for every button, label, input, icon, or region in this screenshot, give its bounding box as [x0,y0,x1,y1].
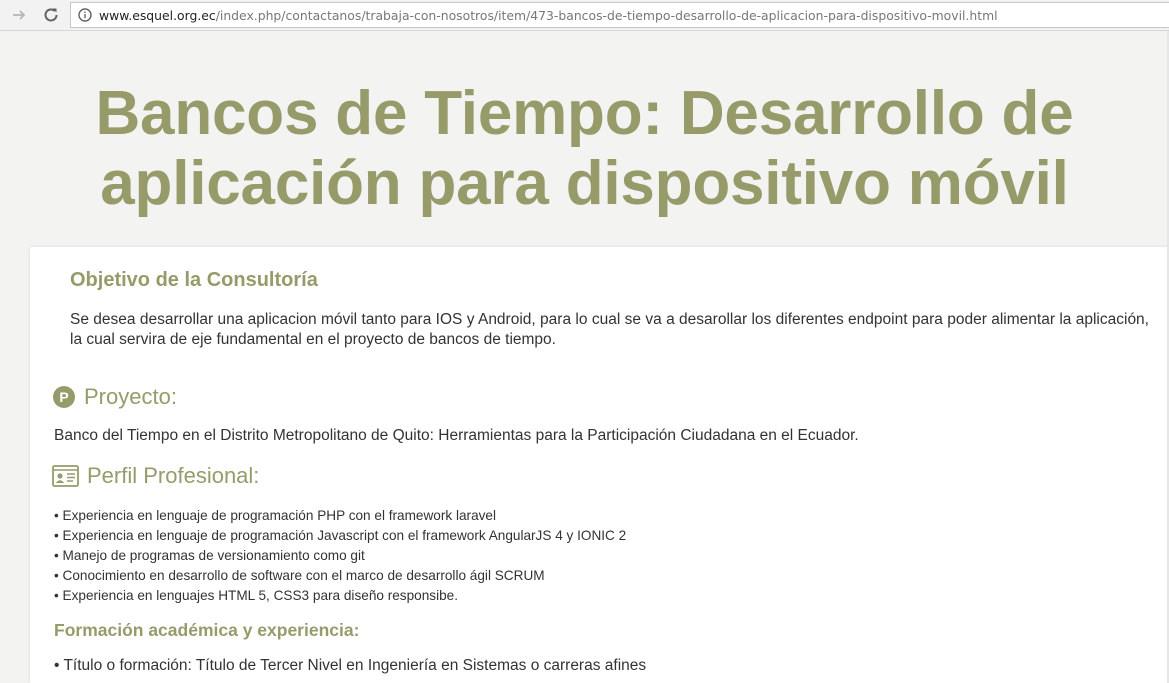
proyecto-text: Banco del Tiempo en el Distrito Metropol… [54,427,859,444]
url-text[interactable]: www.esquel.org.ec/index.php/contactanos/… [99,8,998,23]
browser-toolbar: www.esquel.org.ec/index.php/contactanos/… [0,0,1169,31]
objetivo-text: Se desea desarrollar una aplicacion móvi… [70,311,1149,348]
perfil-heading-label: Perfil Profesional: [87,463,260,488]
url-path: /index.php/contactanos/trabaja-con-nosot… [215,7,998,23]
svg-text:P: P [59,389,68,405]
proyecto-heading: P Proyecto: [52,384,177,410]
content-card: Objetivo de la Consultoría Se desea desa… [30,247,1169,683]
page-title: Bancos de Tiempo: Desarrollo de aplicaci… [0,79,1169,219]
list-item: • Experiencia en lenguajes HTML 5, CSS3 … [54,588,458,603]
reload-button[interactable] [40,4,62,26]
reload-icon [44,8,58,22]
proyecto-heading-label: Proyecto: [84,384,177,409]
arrow-forward-icon [13,10,26,20]
url-domain: www.esquel.org.ec [99,7,216,23]
info-icon[interactable] [77,7,93,23]
forward-button[interactable] [8,4,30,26]
perfil-heading: Perfil Profesional: [52,463,259,489]
p-circle-icon: P [52,385,76,409]
hero-banner: Bancos de Tiempo: Desarrollo de aplicaci… [0,31,1169,247]
formacion-heading: Formación académica y experiencia: [54,620,360,640]
id-card-icon [52,465,79,487]
address-bar[interactable]: www.esquel.org.ec/index.php/contactanos/… [70,2,1169,28]
formacion-text: • Título o formación: Título de Tercer N… [54,657,647,674]
page-title-line1: Bancos de Tiempo: Desarrollo de [95,79,1074,148]
page-title-line2: aplicación para dispositivo móvil [100,149,1069,218]
list-item: • Conocimiento en desarrollo de software… [54,568,545,583]
list-item: • Experiencia en lenguaje de programació… [54,508,497,523]
perfil-list: • Experiencia en lenguaje de programació… [54,506,626,606]
objetivo-heading: Objetivo de la Consultoría [70,269,318,291]
list-item: • Manejo de programas de versionamiento … [54,548,365,563]
list-item: • Experiencia en lenguaje de programació… [54,528,627,543]
